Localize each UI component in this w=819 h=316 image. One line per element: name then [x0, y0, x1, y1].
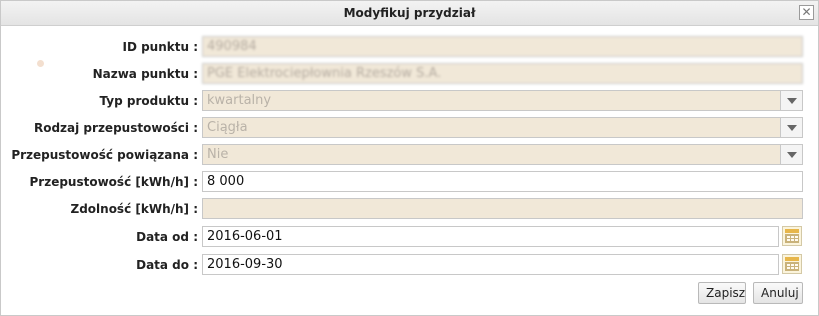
chevron-down-icon[interactable] [780, 118, 802, 137]
data-od-label: Data od : [136, 230, 198, 244]
row-typ-produktu: Typ produktu : kwartalny [1, 90, 818, 112]
calendar-grid [785, 262, 799, 271]
row-nazwa-punktu: Nazwa punktu : PGE Elektrociepłownia Rze… [1, 63, 818, 85]
calendar-grid [785, 234, 799, 243]
calendar-icon[interactable] [782, 226, 802, 246]
row-rodzaj-przepustowosci: Rodzaj przepustowości : Ciągła [1, 117, 818, 139]
rodzaj-przepustowosci-value: Ciągła [207, 120, 248, 135]
row-data-od: Data od : 2016-06-01 [1, 226, 818, 248]
modify-allocation-dialog: Modyfikuj przydział ✕ ID punktu : 490984… [0, 0, 819, 316]
data-do-input[interactable]: 2016-09-30 [202, 254, 779, 275]
data-od-input[interactable]: 2016-06-01 [202, 226, 779, 247]
typ-produktu-value: kwartalny [207, 93, 272, 108]
przepustowosc-powiazana-select[interactable]: Nie [202, 144, 803, 165]
row-zdolnosc: Zdolność [kWh/h] : [1, 198, 818, 220]
przepustowosc-label: Przepustowość [kWh/h] : [29, 175, 199, 189]
row-przepustowosc: Przepustowość [kWh/h] : 8 000 [1, 171, 818, 193]
nazwa-punktu-field: PGE Elektrociepłownia Rzeszów S.A. [202, 63, 803, 84]
dialog-title: Modyfikuj przydział [343, 6, 476, 20]
typ-produktu-select[interactable]: kwartalny [202, 90, 803, 111]
calendar-icon[interactable] [782, 254, 802, 274]
nazwa-punktu-label: Nazwa punktu : [92, 67, 198, 81]
rodzaj-przepustowosci-select[interactable]: Ciągła [202, 117, 803, 138]
row-przepustowosc-powiazana: Przepustowość powiązana : Nie [1, 144, 818, 166]
calendar-header [785, 257, 799, 261]
chevron-down-icon[interactable] [780, 145, 802, 164]
przepustowosc-powiazana-label: Przepustowość powiązana : [11, 148, 198, 162]
przepustowosc-input[interactable]: 8 000 [202, 171, 803, 192]
typ-produktu-label: Typ produktu : [99, 94, 198, 108]
save-button[interactable]: Zapisz [698, 282, 746, 304]
row-id-punktu: ID punktu : 490984 [1, 36, 818, 58]
chevron-down-icon[interactable] [780, 91, 802, 110]
calendar-header [785, 229, 799, 233]
id-punktu-label: ID punktu : [122, 40, 198, 54]
row-data-do: Data do : 2016-09-30 [1, 254, 818, 276]
cancel-button[interactable]: Anuluj [753, 282, 803, 304]
dialog-titlebar: Modyfikuj przydział ✕ [1, 1, 818, 26]
close-icon[interactable]: ✕ [799, 5, 814, 20]
zdolnosc-label: Zdolność [kWh/h] : [70, 202, 199, 216]
data-do-label: Data do : [136, 258, 198, 272]
rodzaj-przepustowosci-label: Rodzaj przepustowości : [33, 121, 198, 135]
przepustowosc-powiazana-value: Nie [207, 147, 229, 162]
id-punktu-field: 490984 [202, 36, 803, 57]
zdolnosc-field [202, 198, 803, 219]
